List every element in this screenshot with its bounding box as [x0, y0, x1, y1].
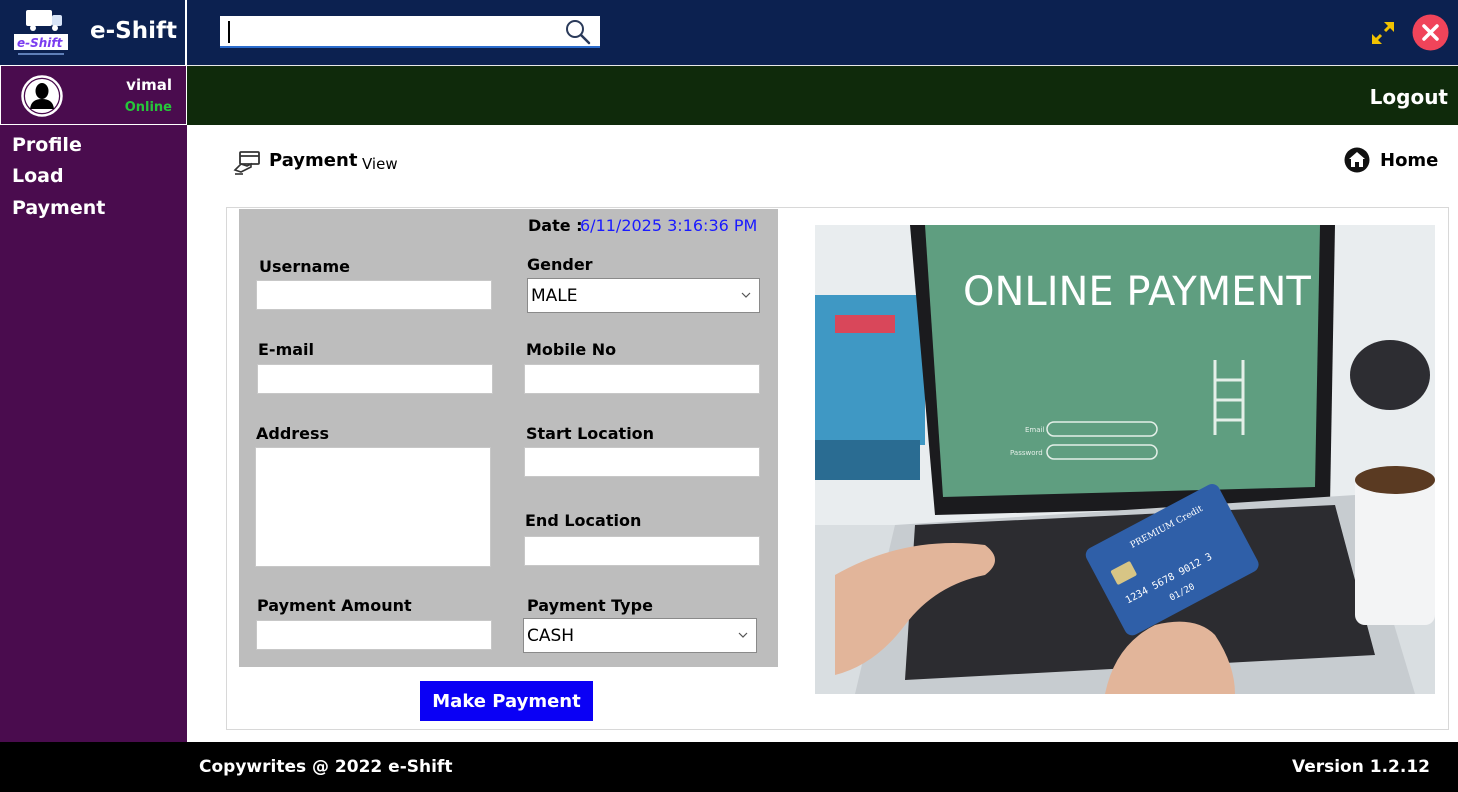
app-name: e-Shift [90, 18, 177, 44]
search-input[interactable] [226, 20, 546, 44]
minimize-icon[interactable] [1368, 18, 1398, 48]
email-input[interactable] [258, 365, 492, 393]
username-field-label: Username [259, 257, 350, 276]
email-label: E-mail [258, 340, 315, 359]
username-field[interactable] [256, 280, 492, 310]
version-text: Version 1.2.12 [1291, 757, 1430, 777]
chevron-down-icon [738, 632, 748, 638]
truck-logo-icon: e-Shift [12, 4, 70, 60]
sidebar-item-load[interactable]: Load [12, 165, 64, 187]
address-textarea[interactable] [256, 448, 490, 566]
start-location-field[interactable] [524, 447, 760, 477]
logo-text: e-Shift [17, 36, 64, 50]
online-payment-illustration: ONLINE PAYMENT Email Password PREMIUM Cr… [815, 225, 1435, 694]
payment-type-select[interactable]: CASH [523, 618, 757, 653]
make-payment-button[interactable]: Make Payment [420, 681, 593, 721]
payment-amount-label: Payment Amount [257, 596, 412, 615]
brand-area: e-Shift e-Shift [0, 0, 187, 65]
sidebar: Profile Load Payment [0, 125, 187, 742]
username-input[interactable] [257, 281, 491, 309]
mobile-label: Mobile No [526, 340, 617, 359]
copyright-text: Copywrites @ 2022 e-Shift [199, 757, 453, 777]
screen-title: ONLINE PAYMENT [963, 269, 1311, 315]
gender-select[interactable]: MALE [527, 278, 760, 313]
mobile-input[interactable] [525, 365, 759, 393]
email-field[interactable] [257, 364, 493, 394]
start-location-input[interactable] [525, 448, 759, 476]
user-bar [0, 65, 1458, 125]
date-label: Date : [528, 216, 583, 235]
page-subtitle: View [362, 155, 398, 173]
sidebar-item-payment[interactable]: Payment [12, 197, 105, 219]
payment-amount-field[interactable] [256, 620, 492, 650]
home-icon[interactable] [1344, 147, 1370, 173]
end-location-field[interactable] [524, 536, 760, 566]
online-status: Online [124, 100, 172, 115]
address-field[interactable] [255, 447, 491, 567]
search-icon[interactable] [565, 19, 591, 45]
avatar-icon [21, 75, 63, 117]
user-panel: vimal Online [0, 65, 187, 125]
gender-label: Gender [527, 255, 593, 274]
screen-password-label: Password [1010, 449, 1043, 457]
start-location-label: Start Location [526, 424, 655, 443]
logout-button[interactable]: Logout [1370, 85, 1448, 109]
gender-selected: MALE [531, 286, 578, 306]
home-link[interactable]: Home [1380, 150, 1438, 171]
screen-email-label: Email [1025, 426, 1044, 434]
payment-type-label: Payment Type [527, 596, 653, 615]
chevron-down-icon [741, 292, 751, 298]
end-location-input[interactable] [525, 537, 759, 565]
payment-type-selected: CASH [527, 626, 575, 646]
date-value: 6/11/2025 3:16:36 PM [580, 216, 758, 235]
top-bar [0, 0, 1458, 65]
close-icon[interactable] [1412, 14, 1449, 51]
search-box[interactable] [220, 16, 600, 48]
page-title: Payment [269, 150, 358, 171]
mobile-field[interactable] [524, 364, 760, 394]
username-label: vimal [126, 76, 172, 94]
online-payment-image: ONLINE PAYMENT Email Password PREMIUM Cr… [815, 225, 1435, 694]
payment-amount-input[interactable] [257, 621, 491, 649]
sidebar-item-profile[interactable]: Profile [12, 134, 82, 156]
payment-icon [233, 151, 260, 175]
end-location-label: End Location [525, 511, 642, 530]
address-label: Address [256, 424, 330, 443]
text-caret [228, 21, 230, 43]
